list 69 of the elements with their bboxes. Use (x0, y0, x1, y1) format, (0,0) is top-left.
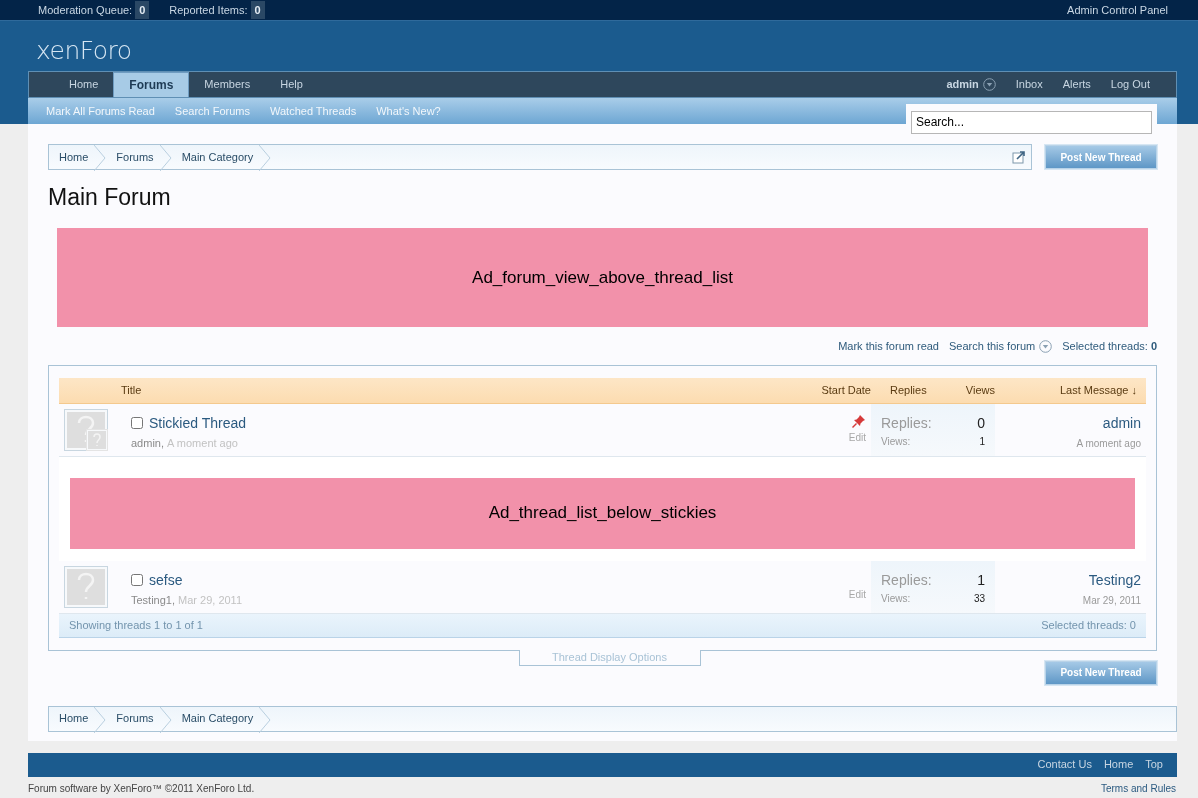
count-badge: 0 (135, 0, 150, 20)
avatar-icon (64, 565, 108, 608)
chevron-icon (159, 706, 172, 733)
breadcrumb-link[interactable]: Home (49, 145, 95, 169)
replies-count: 0 (977, 413, 985, 433)
views-label: Views: (881, 591, 911, 606)
footer-link[interactable]: Home (1103, 756, 1134, 773)
breadcrumb-link[interactable]: Forums (106, 706, 160, 731)
forum-tool-link[interactable]: Mark this forum read (838, 338, 939, 355)
column-header[interactable]: Start Date (791, 381, 871, 399)
column-header[interactable]: Replies (890, 381, 950, 399)
thread-checkbox[interactable] (131, 574, 143, 586)
column-header[interactable]: Views (950, 381, 995, 399)
footer-link[interactable]: Top (1145, 756, 1163, 773)
author-link[interactable]: Testing1, (131, 593, 176, 606)
search-field[interactable]: Search... (911, 110, 1152, 134)
replies-label: Replies: (881, 413, 932, 433)
thread-date: A moment ago (167, 436, 238, 449)
copyright-text: Forum software by XenForo™ ©2011 XenForo Ltd. (28, 782, 255, 796)
last-poster-link[interactable]: admin (1102, 412, 1141, 434)
popup-icon (1012, 150, 1026, 164)
chevron-icon (94, 145, 107, 171)
last-post-date: Mar 29, 2011 (1082, 593, 1141, 608)
views-count: 1 (979, 434, 985, 449)
selected-threads-label: Selected threads: 0 (1062, 339, 1157, 354)
thread-date: Mar 29, 2011 (178, 593, 243, 606)
views-count: 33 (973, 591, 985, 606)
last-post-date: A moment ago (1076, 436, 1141, 451)
thread-title-link[interactable]: sefse (149, 569, 183, 591)
chevron-icon (259, 706, 272, 733)
nav-tab[interactable]: Home (54, 72, 114, 97)
replies-count: 1 (977, 570, 985, 590)
last-poster-link[interactable]: Testing2 (1088, 569, 1141, 591)
caret-icon (1039, 339, 1053, 353)
count-badge: 0 (250, 0, 265, 20)
nav-tab[interactable]: Forums (113, 72, 190, 97)
caret-icon (982, 78, 996, 91)
thread-checkbox[interactable] (131, 417, 143, 429)
account-link[interactable]: admin (946, 76, 996, 93)
moderation-link[interactable]: Reported Items: 0 (169, 0, 265, 20)
showing-threads-text: Showing threads 1 to 1 of 1 (69, 617, 203, 633)
chevron-icon (159, 145, 172, 171)
chevron-icon (94, 706, 107, 733)
ad-banner: Ad_thread_list_below_stickies (70, 477, 1135, 549)
ad-banner: Ad_forum_view_above_thread_list (57, 228, 1148, 327)
logo[interactable]: xenForo (36, 38, 132, 64)
breadcrumb-link[interactable]: Forums (106, 145, 160, 169)
nav-tab[interactable]: Help (265, 72, 318, 97)
terms-link[interactable]: Terms and Rules (1100, 781, 1177, 796)
admin-link[interactable]: Admin Control Panel (1067, 1, 1168, 19)
thread-title-link[interactable]: Stickied Thread (149, 412, 246, 434)
page-title: Main Forum (48, 183, 172, 212)
breadcrumb-link[interactable]: Home (49, 706, 95, 731)
chevron-icon (259, 145, 272, 171)
footer-link[interactable]: Contact Us (1037, 756, 1092, 773)
account-link[interactable]: Inbox (1015, 76, 1043, 93)
column-header[interactable]: Title (121, 381, 791, 399)
author-link[interactable]: admin, (131, 436, 165, 449)
account-link[interactable]: Log Out (1110, 76, 1150, 93)
forum-tool-link[interactable]: Search this forum (949, 338, 1053, 355)
breadcrumb-link[interactable]: Main Category (171, 145, 260, 169)
replies-label: Replies: (881, 570, 932, 590)
account-link[interactable]: Alerts (1062, 76, 1091, 93)
column-header[interactable]: Last Message ↓ (995, 381, 1146, 399)
views-label: Views: (881, 434, 911, 449)
nav-tab[interactable]: Members (189, 72, 266, 97)
selected-threads-text: Selected threads: 0 (1041, 617, 1136, 633)
breadcrumb-link[interactable]: Main Category (171, 706, 260, 731)
moderation-link[interactable]: Moderation Queue: 0 (38, 0, 150, 20)
